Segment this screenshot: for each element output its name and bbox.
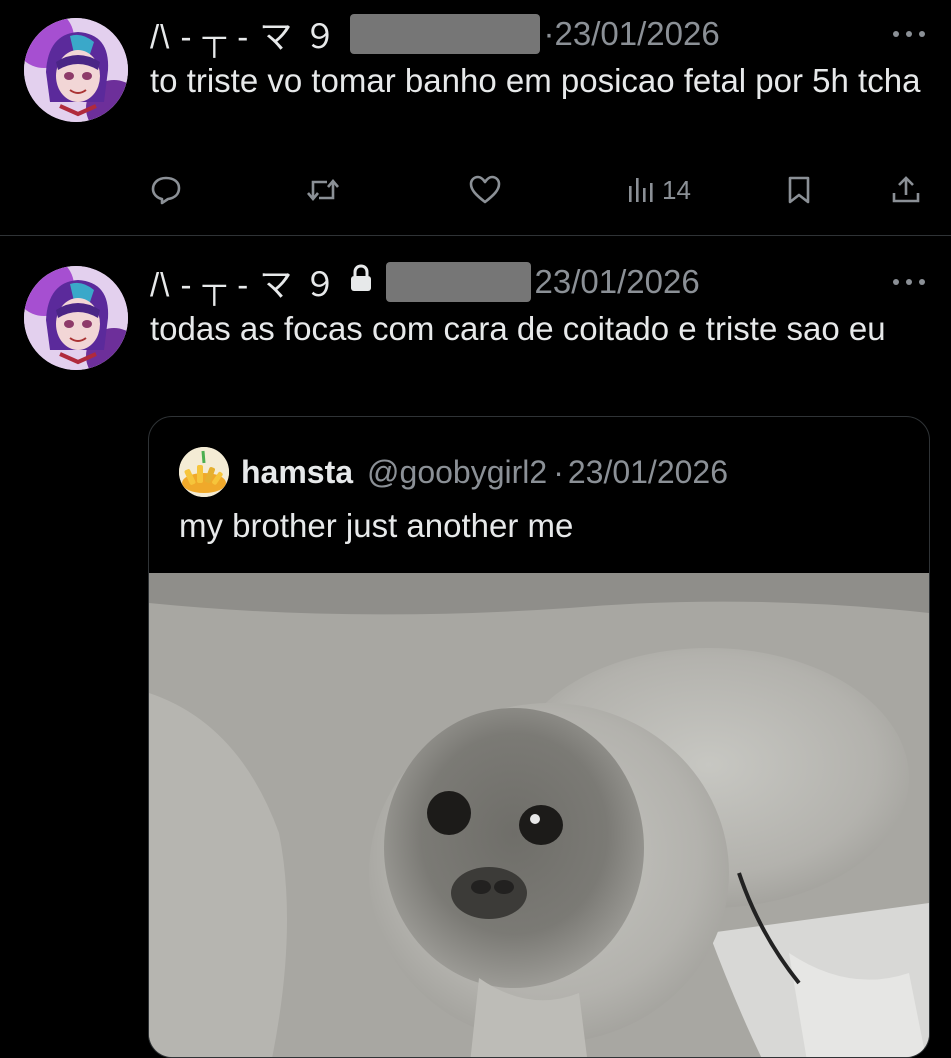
more-button[interactable] (891, 274, 927, 290)
quote-avatar[interactable] (179, 447, 229, 497)
tweet-header: /\ - ┬ - マ ９ ·23/01/2026 (150, 12, 720, 56)
date-text: 23/01/2026 (554, 15, 720, 52)
action-bar: 14 (150, 170, 930, 210)
display-name[interactable]: /\ - ┬ - マ ９ (150, 10, 338, 58)
share-icon (892, 176, 920, 203)
more-icon (893, 31, 925, 37)
redacted-handle (385, 262, 531, 302)
more-button[interactable] (891, 26, 927, 42)
quote-date[interactable]: 23/01/2026 (568, 454, 728, 491)
tweet-1[interactable]: /\ - ┬ - マ ９ ·23/01/2026 to triste vo to… (0, 0, 951, 236)
quoted-tweet[interactable]: hamsta @goobygirl2 · 23/01/2026 my broth… (148, 416, 930, 1058)
retweet-button[interactable] (305, 170, 341, 210)
quote-text: my brother just another me (179, 507, 574, 544)
heart-icon (469, 175, 501, 204)
reply-button[interactable] (150, 170, 182, 210)
lock-icon (348, 263, 374, 301)
avatar-image (24, 18, 128, 122)
bookmark-icon (788, 176, 810, 204)
tweet-text: todas as focas com cara de coitado e tri… (150, 310, 886, 347)
avatar[interactable] (24, 266, 128, 370)
tweet-text: to triste vo tomar banho em posicao feta… (150, 62, 921, 99)
display-name[interactable]: /\ - ┬ - マ ９ (150, 258, 338, 306)
more-icon (893, 279, 925, 285)
retweet-icon (307, 178, 339, 202)
views-icon (629, 178, 653, 202)
fries-icon (179, 447, 229, 497)
tweet-date[interactable]: ·23/01/2026 (544, 15, 720, 53)
like-button[interactable] (468, 170, 502, 210)
date-text: 23/01/2026 (534, 263, 700, 300)
reply-icon (151, 176, 181, 205)
quote-handle[interactable]: @goobygirl2 (367, 454, 547, 491)
views-button[interactable]: 14 (626, 170, 691, 210)
date-separator: · (543, 15, 555, 52)
tweet-date[interactable]: 23/01/2026 (535, 263, 700, 301)
seal-photo[interactable] (149, 573, 929, 1058)
avatar-image (24, 266, 128, 370)
quote-header: hamsta @goobygirl2 · 23/01/2026 (179, 447, 728, 497)
quote-separator: · (553, 453, 564, 490)
avatar[interactable] (24, 18, 128, 122)
views-count: 14 (662, 174, 691, 205)
tweet-header: /\ - ┬ - マ ９ 23/01/2026 (150, 260, 700, 304)
quote-display-name[interactable]: hamsta (241, 454, 353, 491)
share-button[interactable] (890, 170, 922, 210)
bookmark-button[interactable] (784, 170, 814, 210)
redacted-handle (349, 14, 540, 54)
